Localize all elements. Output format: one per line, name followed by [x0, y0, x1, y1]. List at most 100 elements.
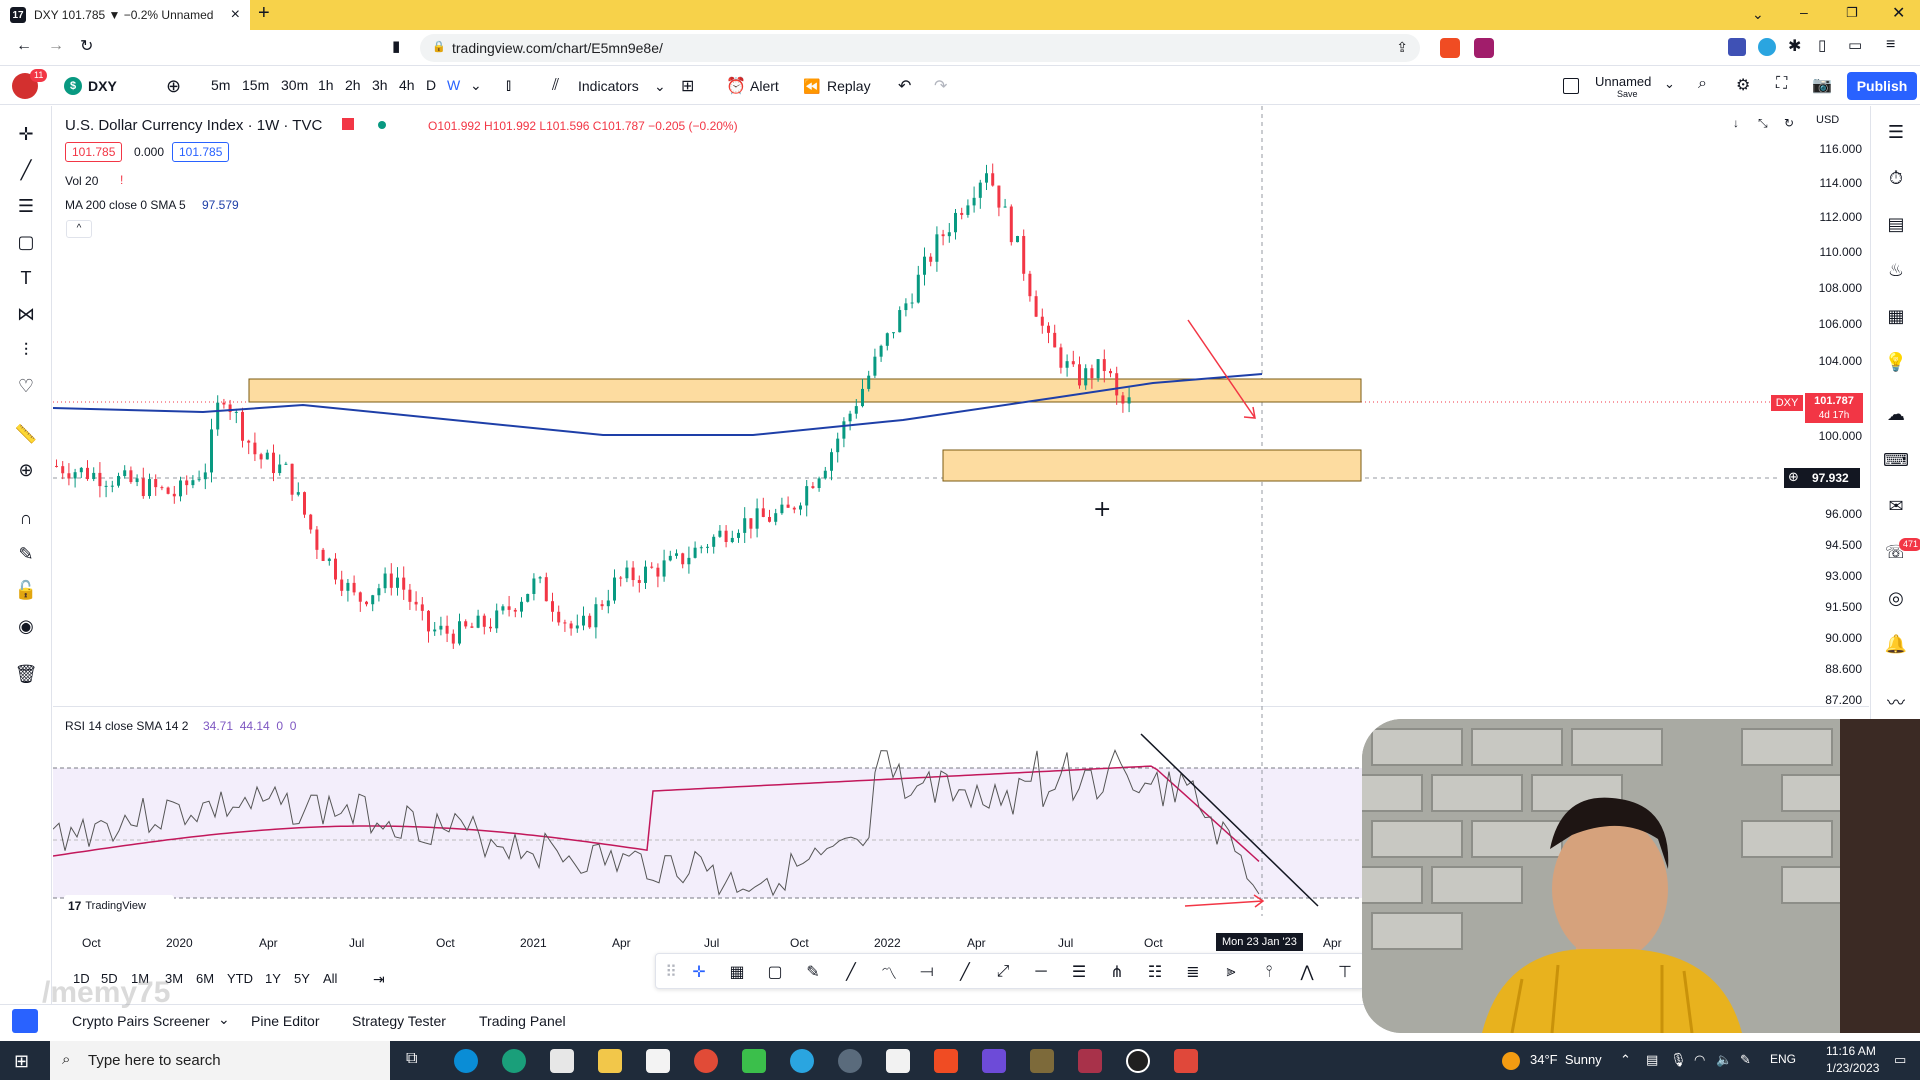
restore-icon[interactable]: ❐ [1846, 5, 1858, 21]
new-tab-button[interactable]: + [258, 2, 270, 25]
mail-icon[interactable] [646, 1049, 670, 1073]
trash-icon[interactable]: 🗑 [14, 662, 38, 686]
range-1y[interactable]: 1Y [265, 971, 281, 986]
pine-icon[interactable]: 〰 [1884, 690, 1908, 714]
settings-gear-icon[interactable]: ⚙ [1736, 75, 1750, 95]
channel-tool-icon[interactable]: ☰ [1068, 961, 1090, 983]
fullscreen-icon[interactable]: ⛶ [1776, 75, 1787, 93]
clock-time[interactable]: 11:16 AM [1826, 1044, 1876, 1058]
tab-trading-panel[interactable]: Trading Panel [479, 1013, 566, 1029]
tf-2h[interactable]: 2h [345, 77, 361, 93]
back-icon[interactable]: ← [16, 37, 32, 55]
range-6m[interactable]: 6M [196, 971, 214, 986]
app-clock-icon[interactable] [838, 1049, 862, 1073]
layout-dropdown-icon[interactable]: ⌄ [1664, 76, 1675, 92]
hotlists-flame-icon[interactable]: ♨ [1884, 258, 1908, 282]
pitchfork-icon[interactable]: ⋔ [1106, 961, 1128, 983]
zoom-in-icon[interactable]: ⊕ [14, 458, 38, 482]
rectangle-icon[interactable]: ▢ [14, 230, 38, 254]
search-icon[interactable]: ⌕ [1698, 75, 1707, 93]
layout-name[interactable]: Unnamed [1595, 74, 1651, 89]
menu-icon[interactable]: ≡ [1886, 36, 1895, 54]
broadcast-icon[interactable]: ◎ [1884, 586, 1908, 610]
notification-center-icon[interactable]: ▭ [1894, 1052, 1906, 1068]
goto-date-icon[interactable]: ⇥ [373, 971, 385, 988]
fib-retrace-icon[interactable]: ☷ [1144, 961, 1166, 983]
url-field[interactable]: 🔒 tradingview.com/chart/E5mn9e8e/ ⇪ [420, 34, 1420, 62]
brush-tool-icon[interactable]: ✎ [802, 961, 824, 983]
calendar-icon[interactable]: ▦ [1884, 304, 1908, 328]
long-position-icon[interactable]: ⊤ [1334, 961, 1356, 983]
ruler-icon[interactable]: 📏 [14, 422, 38, 446]
screenshot-camera-icon[interactable]: 📷 [1812, 75, 1832, 95]
visibility-eye-icon[interactable]: ◉ [14, 614, 38, 638]
symbol-search[interactable]: DXY [88, 67, 117, 105]
cross-tool-icon[interactable]: ✛ [688, 961, 710, 983]
tf-w[interactable]: W [447, 77, 460, 93]
tray-chevron-icon[interactable]: ⌃ [1620, 1052, 1631, 1068]
bell-icon[interactable]: 🔔 [1884, 632, 1908, 656]
edge-icon[interactable] [502, 1049, 526, 1073]
task-view-icon[interactable]: ⧉ [406, 1050, 417, 1068]
rect-tool-icon[interactable]: ▢ [764, 961, 786, 983]
skype-icon[interactable] [454, 1049, 478, 1073]
streams-icon[interactable]: ☁ [1884, 402, 1908, 426]
tab-close-icon[interactable]: × [231, 6, 240, 24]
alerts-clock-icon[interactable]: ⏱ [1884, 166, 1908, 190]
add-alert-plus-icon[interactable]: ⊕ [1788, 469, 1799, 485]
pattern-icon[interactable]: ⋈ [14, 302, 38, 326]
forward-icon[interactable]: → [48, 37, 64, 55]
replay-button[interactable]: Replay [827, 67, 871, 105]
wallet-icon[interactable]: ▭ [1848, 36, 1862, 54]
tf-d[interactable]: D [426, 77, 436, 93]
chats-icon[interactable]: ⌨ [1883, 448, 1909, 472]
recorder-icon[interactable] [886, 1049, 910, 1073]
brave-shield-icon[interactable] [1440, 38, 1460, 58]
text-icon[interactable]: T [14, 266, 38, 290]
pen-icon[interactable]: ✎ [1740, 1052, 1751, 1068]
extended-tool-icon[interactable]: ⤢ [992, 961, 1014, 983]
publish-button[interactable]: Publish [1847, 72, 1917, 100]
tf-dropdown-icon[interactable]: ⌄ [470, 77, 482, 94]
undo-icon[interactable]: ↶ [898, 67, 911, 105]
pattern-xabcd-icon[interactable]: ⋀ [1296, 961, 1318, 983]
tf-15m[interactable]: 15m [242, 77, 269, 93]
bookmark-icon[interactable]: ▮ [392, 37, 400, 55]
ray-tool-icon[interactable]: ╱ [954, 961, 976, 983]
price-chart[interactable]: + [53, 106, 1780, 706]
gann-icon[interactable]: ⫯ [1258, 961, 1280, 983]
trendline-icon[interactable]: ╱ [14, 158, 38, 182]
file-explorer-icon[interactable] [598, 1049, 622, 1073]
crosshair-icon[interactable]: ✛ [14, 122, 38, 146]
game-icon[interactable] [1030, 1049, 1054, 1073]
tf-3h[interactable]: 3h [372, 77, 388, 93]
screener-icon[interactable] [12, 1009, 38, 1033]
grid-tool-icon[interactable]: ▦ [726, 961, 748, 983]
telegram-ext-icon[interactable] [1758, 38, 1776, 56]
extension-flag-icon[interactable] [1728, 38, 1746, 56]
browser-tab[interactable]: 17 DXY 101.785 ▼ −0.2% Unnamed × [0, 0, 250, 30]
chart-type-icon[interactable]: ⫾ [506, 67, 511, 105]
chrome-icon[interactable] [694, 1049, 718, 1073]
alert-button[interactable]: Alert [750, 67, 779, 105]
drag-handle-icon[interactable]: ⠿ [660, 961, 682, 983]
magnet-icon[interactable]: ∩ [14, 506, 38, 530]
ideas-bulb-icon[interactable]: 💡 [1884, 350, 1908, 374]
network-icon[interactable]: ▤ [1646, 1052, 1658, 1068]
redo-icon[interactable]: ↷ [934, 67, 947, 105]
compare-add-icon[interactable]: ⊕ [166, 67, 181, 105]
layout-save[interactable]: Save [1617, 89, 1638, 99]
tab-pine-editor[interactable]: Pine Editor [251, 1013, 319, 1029]
tab-search-icon[interactable]: ⌄ [1752, 6, 1764, 23]
fib-ext-icon[interactable]: ≣ [1182, 961, 1204, 983]
range-all[interactable]: All [323, 971, 337, 986]
vpn-icon[interactable] [982, 1049, 1006, 1073]
messages-icon[interactable]: ✉ [1884, 494, 1908, 518]
language-label[interactable]: ENG [1770, 1052, 1796, 1066]
store-icon[interactable] [550, 1049, 574, 1073]
tf-4h[interactable]: 4h [399, 77, 415, 93]
tab-crypto-screener[interactable]: Crypto Pairs Screener [72, 1013, 210, 1029]
favorite-heart-icon[interactable]: ♡ [14, 374, 38, 398]
lock-icon[interactable]: 🔓 [14, 578, 38, 602]
telegram-icon[interactable] [790, 1049, 814, 1073]
